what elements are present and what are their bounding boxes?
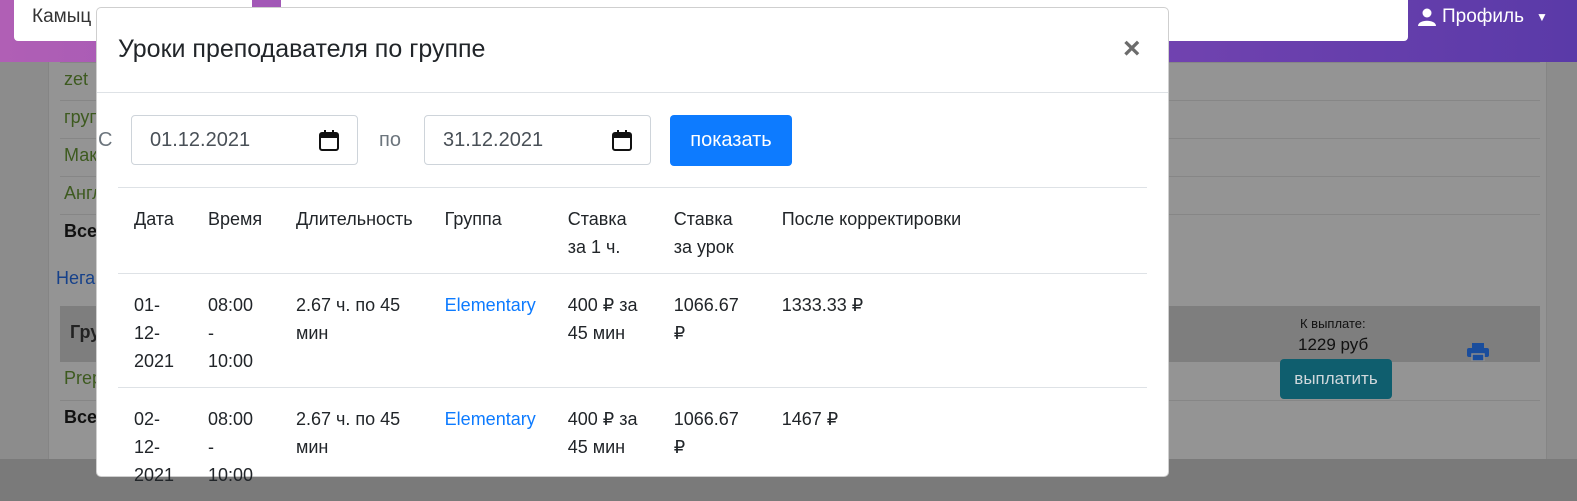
background-link[interactable]: Нега (56, 268, 95, 289)
table-row: 01-12-2021 08:00 - 10:00 2.67 ч. по 45 м… (118, 274, 1147, 388)
calendar-icon[interactable] (612, 130, 632, 151)
lessons-table: Дата Время Длительность Группа Ставка за… (118, 187, 1147, 501)
close-icon[interactable]: × (1123, 34, 1141, 64)
date-from-label: С (98, 129, 112, 152)
column-header-rate-lesson: Ставка за урок (658, 188, 766, 274)
cell-rate-lesson: 1066.67 ₽ (658, 388, 766, 501)
group-link[interactable]: Elementary (445, 409, 536, 429)
payout-amount: 1229 руб (1298, 335, 1410, 355)
calendar-icon[interactable] (319, 130, 339, 151)
payout-block: К выплате: 1229 руб выплатить (1280, 316, 1410, 399)
cell-duration: 2.67 ч. по 45 мин (280, 388, 429, 501)
cell-date: 02-12-2021 (118, 388, 192, 501)
modal-header: Уроки преподавателя по группе × (97, 8, 1168, 93)
cell-group: Elementary (429, 388, 552, 501)
cell-date: 01-12-2021 (118, 274, 192, 388)
cell-rate-hour: 400 ₽ за 45 мин (552, 274, 658, 388)
profile-menu[interactable]: Профиль ▼ (1418, 6, 1548, 28)
cell-duration: 2.67 ч. по 45 мин (280, 274, 429, 388)
user-icon (1418, 8, 1436, 26)
date-from-value: 01.12.2021 (150, 129, 250, 152)
column-header-duration: Длительность (280, 188, 429, 274)
show-button[interactable]: показать (670, 115, 792, 166)
column-header-date: Дата (118, 188, 192, 274)
group-link[interactable]: Elementary (445, 295, 536, 315)
date-to-value: 31.12.2021 (443, 129, 543, 152)
column-header-adjusted: После корректировки (766, 188, 1147, 274)
cell-time: 08:00 - 10:00 (192, 388, 280, 501)
date-to-label: по (379, 129, 401, 152)
cell-group: Elementary (429, 274, 552, 388)
cell-rate-lesson: 1066.67 ₽ (658, 274, 766, 388)
cell-adjusted: 1467 ₽ (766, 388, 1147, 501)
lessons-modal: Уроки преподавателя по группе × С 01.12.… (96, 7, 1169, 477)
profile-label: Профиль (1442, 6, 1524, 28)
payout-label: К выплате: (1300, 316, 1410, 331)
chevron-down-icon: ▼ (1536, 10, 1548, 24)
table-header-row: Дата Время Длительность Группа Ставка за… (118, 188, 1147, 274)
date-from-input[interactable]: 01.12.2021 (131, 115, 358, 165)
cell-adjusted: 1333.33 ₽ (766, 274, 1147, 388)
modal-title: Уроки преподавателя по группе (118, 35, 485, 64)
cell-rate-hour: 400 ₽ за 45 мин (552, 388, 658, 501)
column-header-group: Группа (429, 188, 552, 274)
table-row: 02-12-2021 08:00 - 10:00 2.67 ч. по 45 м… (118, 388, 1147, 501)
pay-button[interactable]: выплатить (1280, 359, 1392, 399)
date-to-input[interactable]: 31.12.2021 (424, 115, 651, 165)
cell-time: 08:00 - 10:00 (192, 274, 280, 388)
column-header-time: Время (192, 188, 280, 274)
column-header-rate-hour: Ставка за 1 ч. (552, 188, 658, 274)
print-icon[interactable] (1467, 343, 1489, 366)
